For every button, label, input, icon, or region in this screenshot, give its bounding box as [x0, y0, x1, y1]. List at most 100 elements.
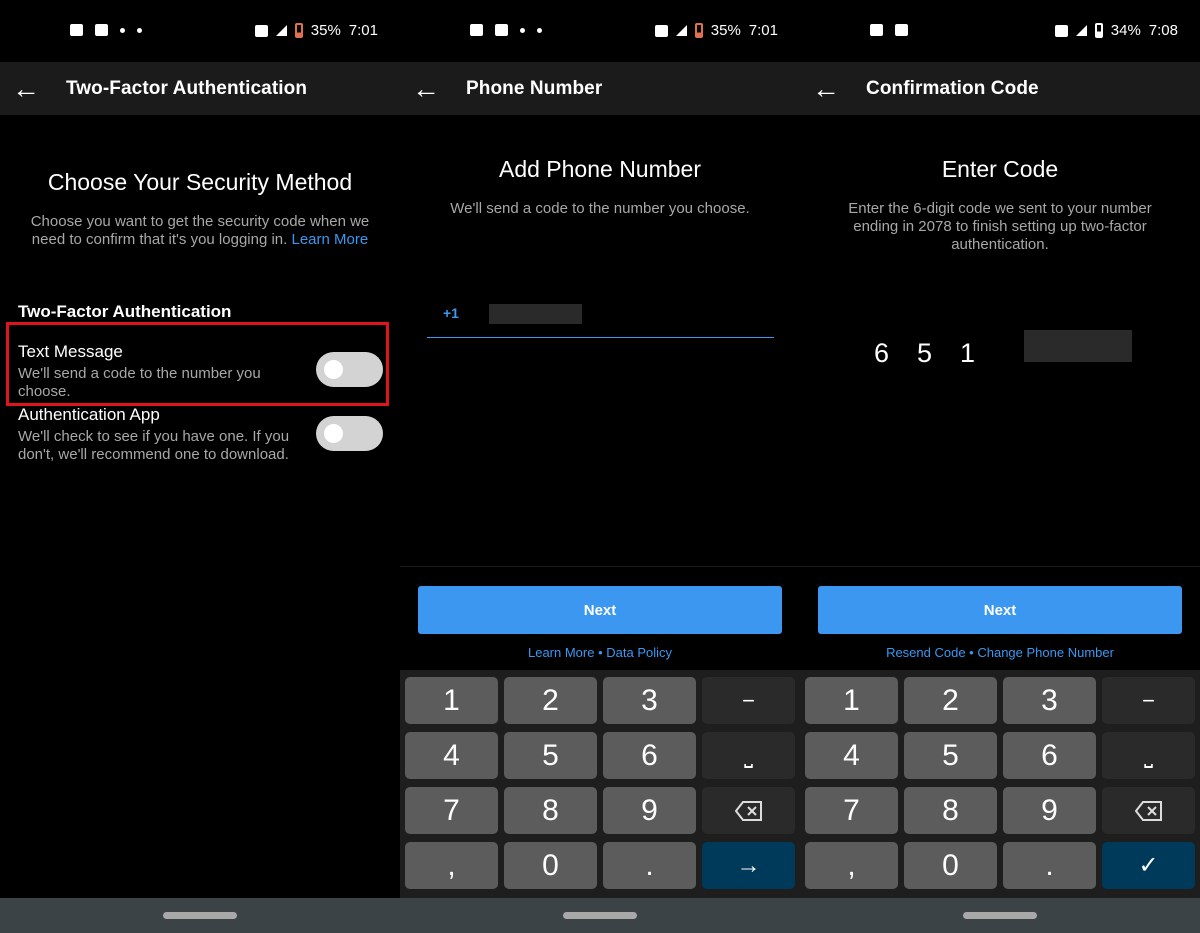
code-digit: 5: [917, 338, 933, 368]
learn-more-link[interactable]: Learn More: [528, 645, 594, 660]
divider: [400, 566, 800, 567]
key-2[interactable]: 2: [904, 677, 997, 724]
key-2[interactable]: 2: [504, 677, 597, 724]
back-arrow-icon[interactable]: ←: [400, 74, 466, 103]
youtube-icon: [70, 24, 83, 36]
code-digit: 1: [960, 338, 976, 368]
auth-app-toggle[interactable]: [316, 416, 383, 451]
screen-confirmation-code: 34% 7:08 ← Confirmation Code Enter Code E…: [800, 0, 1200, 933]
home-handle[interactable]: [563, 912, 637, 919]
footer-links: Learn More • Data Policy: [400, 645, 800, 660]
separator: •: [965, 645, 978, 660]
status-bar: 35% 7:01: [0, 0, 400, 62]
period-key[interactable]: .: [603, 842, 696, 889]
key-4[interactable]: 4: [805, 732, 898, 779]
divider: [800, 566, 1200, 567]
back-arrow-icon[interactable]: ←: [0, 74, 66, 103]
backspace-icon: [734, 800, 762, 821]
data-policy-link[interactable]: Data Policy: [606, 645, 672, 660]
wifi-call-icon: [1054, 24, 1068, 37]
key-1[interactable]: 1: [805, 677, 898, 724]
key-3[interactable]: 3: [1003, 677, 1096, 724]
option-desc: We'll check to see if you have one. If y…: [18, 428, 290, 463]
key-4[interactable]: 4: [405, 732, 498, 779]
minus-key[interactable]: −: [1102, 677, 1195, 724]
change-phone-link[interactable]: Change Phone Number: [977, 645, 1114, 660]
learn-more-link[interactable]: Learn More: [291, 231, 368, 248]
key-6[interactable]: 6: [603, 732, 696, 779]
signal-icon: [1075, 25, 1087, 36]
home-handle[interactable]: [163, 912, 237, 919]
toggle-knob: [324, 424, 343, 443]
battery-icon: [1094, 23, 1103, 38]
clock: 7:08: [1148, 22, 1178, 39]
next-button[interactable]: Next: [418, 586, 782, 634]
key-9[interactable]: 9: [1003, 787, 1096, 834]
status-bar: 35% 7:01: [400, 0, 800, 62]
key-0[interactable]: 0: [504, 842, 597, 889]
notification-icon: [520, 27, 525, 33]
signal-icon: [275, 25, 287, 36]
phone-number-input[interactable]: +1: [427, 290, 774, 338]
numeric-keyboard: 1 2 3− 4 5 6 ⎵ 7 8 9, 0. ✓: [800, 670, 1200, 898]
app-bar: ← Two-Factor Authentication: [0, 62, 400, 115]
key-8[interactable]: 8: [504, 787, 597, 834]
description: Enter the 6-digit code we sent to your n…: [848, 200, 1152, 253]
back-arrow-icon[interactable]: ←: [800, 74, 866, 103]
wifi-call-icon: [254, 24, 268, 37]
notification-icon: [120, 27, 125, 33]
youtube-icon: [470, 24, 483, 36]
dot-icon: [137, 27, 142, 33]
key-3[interactable]: 3: [603, 677, 696, 724]
comma-key[interactable]: ,: [805, 842, 898, 889]
country-code[interactable]: +1: [443, 305, 459, 321]
page-title: Phone Number: [466, 77, 603, 99]
news-icon: [870, 24, 883, 36]
battery-level: 35%: [710, 22, 741, 39]
backspace-key[interactable]: [702, 787, 795, 834]
option-title: Authentication App: [18, 405, 160, 424]
key-9[interactable]: 9: [603, 787, 696, 834]
option-auth-app: Authentication App We'll check to see if …: [18, 405, 298, 464]
next-key[interactable]: →: [702, 842, 795, 889]
news-icon: [95, 24, 108, 36]
key-7[interactable]: 7: [805, 787, 898, 834]
clock: 7:01: [748, 22, 778, 39]
description: Choose you want to get the security code…: [18, 213, 382, 249]
status-bar: 34% 7:08: [800, 0, 1200, 62]
description: We'll send a code to the number you choo…: [450, 200, 750, 217]
space-key[interactable]: ⎵: [1102, 732, 1195, 779]
backspace-key[interactable]: [1102, 787, 1195, 834]
key-0[interactable]: 0: [904, 842, 997, 889]
key-5[interactable]: 5: [504, 732, 597, 779]
redacted-number: [489, 304, 582, 324]
key-5[interactable]: 5: [904, 732, 997, 779]
app-bar: ← Confirmation Code: [800, 62, 1200, 115]
space-key[interactable]: ⎵: [702, 732, 795, 779]
key-8[interactable]: 8: [904, 787, 997, 834]
numeric-keyboard: 1 2 3− 4 5 6 ⎵ 7 8 9, 0. →: [400, 670, 800, 898]
wifi-call-icon: [654, 24, 668, 37]
news-icon: [495, 24, 508, 36]
home-handle[interactable]: [963, 912, 1037, 919]
next-button[interactable]: Next: [818, 586, 1182, 634]
key-1[interactable]: 1: [405, 677, 498, 724]
page-title: Confirmation Code: [866, 77, 1039, 99]
backspace-icon: [1134, 800, 1162, 821]
key-7[interactable]: 7: [405, 787, 498, 834]
section-title: Two-Factor Authentication: [18, 302, 232, 321]
minus-key[interactable]: −: [702, 677, 795, 724]
screen-two-factor: 35% 7:01 ← Two-Factor Authentication Choo…: [0, 0, 400, 933]
battery-level: 34%: [1110, 22, 1141, 39]
comma-key[interactable]: ,: [405, 842, 498, 889]
app-bar: ← Phone Number: [400, 62, 800, 115]
key-6[interactable]: 6: [1003, 732, 1096, 779]
page-title: Two-Factor Authentication: [66, 77, 308, 99]
battery-icon: [294, 23, 303, 38]
highlight-box: [6, 322, 389, 406]
period-key[interactable]: .: [1003, 842, 1096, 889]
resend-code-link[interactable]: Resend Code: [886, 645, 966, 660]
done-key[interactable]: ✓: [1102, 842, 1195, 889]
clock: 7:01: [348, 22, 378, 39]
screen-phone-number: 35% 7:01 ← Phone Number Add Phone Number …: [400, 0, 800, 933]
